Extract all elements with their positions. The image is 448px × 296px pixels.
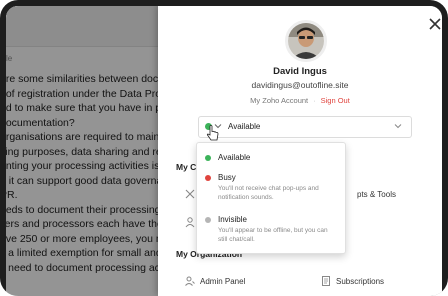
available-dot-icon: [205, 155, 211, 161]
busy-dot-icon: [205, 175, 211, 181]
status-select[interactable]: Available: [198, 116, 412, 138]
status-option-busy[interactable]: Busy You'll not receive chat pop-ups and…: [197, 169, 345, 205]
tools-label[interactable]: pts & Tools: [357, 190, 396, 199]
status-option-description: You'll not receive chat pop-ups and noti…: [218, 185, 319, 201]
status-option-label: Available: [218, 153, 251, 162]
tools-icon: [185, 189, 195, 199]
subscriptions-icon: [322, 276, 330, 286]
profile-panel: David Ingus davidingus@outofline.site My…: [158, 6, 442, 296]
sign-out-link[interactable]: Sign Out: [321, 96, 350, 105]
status-option-label: Busy: [218, 173, 236, 182]
admin-icon: [185, 276, 195, 286]
invisible-dot-icon: [205, 217, 211, 223]
separator-dot: ·: [313, 96, 316, 105]
mouse-pointer-icon: [206, 125, 219, 141]
status-option-description: You'll appear to be offline, but you can…: [218, 227, 328, 243]
chevron-down-icon: [394, 124, 402, 129]
my-account-link[interactable]: My Zoho Account: [250, 96, 308, 105]
profile-name: David Ingus: [273, 66, 327, 77]
status-current-label: Available: [228, 122, 261, 131]
admin-panel-link[interactable]: Admin Panel: [200, 277, 245, 286]
status-option-available[interactable]: Available: [197, 149, 345, 167]
status-dropdown-menu: Available Busy You'll not receive chat p…: [196, 142, 346, 254]
screen: le are some similarities between documen…: [6, 6, 442, 296]
device-frame: le are some similarities between documen…: [0, 0, 448, 296]
account-links: My Zoho Account · Sign Out: [158, 96, 442, 105]
avatar[interactable]: [285, 20, 327, 62]
subscriptions-link[interactable]: Subscriptions: [336, 277, 384, 286]
status-option-invisible[interactable]: Invisible You'll appear to be offline, b…: [197, 211, 345, 247]
modal-overlay[interactable]: [6, 6, 158, 296]
user-icon: [185, 217, 195, 228]
close-icon[interactable]: [427, 16, 442, 32]
profile-email: davidingus@outofline.site: [251, 80, 349, 90]
status-option-label: Invisible: [218, 215, 247, 224]
